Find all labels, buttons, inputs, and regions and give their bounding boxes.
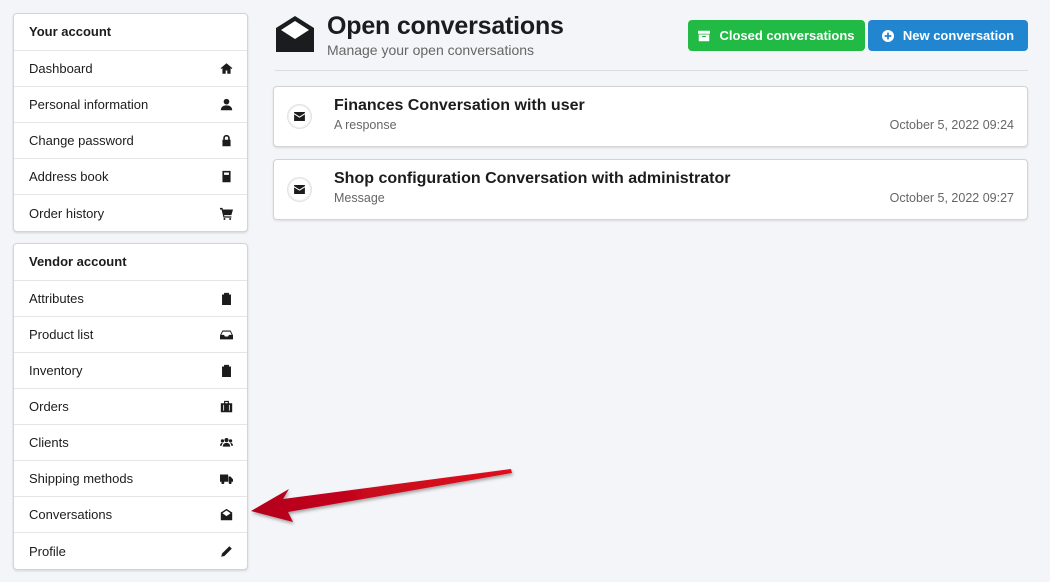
sidebar-item-label: Attributes (29, 291, 84, 306)
sidebar-item-shipping-methods[interactable]: Shipping methods (14, 461, 247, 497)
conversation-card[interactable]: Shop configuration Conversation with adm… (273, 159, 1028, 220)
truck-icon (219, 472, 233, 486)
sidebar-item-clients[interactable]: Clients (14, 425, 247, 461)
envelope-icon (287, 177, 312, 202)
vendor-account-menu: Vendor account Attributes Product list I… (13, 243, 248, 570)
users-icon (219, 436, 233, 450)
envelope-open-icon (219, 508, 233, 522)
inbox-icon (219, 328, 233, 342)
home-icon (219, 62, 233, 76)
conversation-date: October 5, 2022 09:24 (889, 118, 1014, 132)
sidebar-item-label: Clients (29, 435, 69, 450)
page-subtitle: Manage your open conversations (327, 42, 535, 58)
sidebar-item-attributes[interactable]: Attributes (14, 281, 247, 317)
envelope-open-icon (275, 14, 315, 54)
sidebar-item-label: Personal information (29, 97, 149, 112)
sidebar-item-label: Product list (29, 327, 94, 342)
sidebar-item-order-history[interactable]: Order history (14, 195, 247, 231)
conversation-date: October 5, 2022 09:27 (889, 191, 1014, 205)
sidebar-item-conversations[interactable]: Conversations (14, 497, 247, 533)
sidebar-item-personal-information[interactable]: Personal information (14, 87, 247, 123)
sidebar-item-label: Address book (29, 169, 109, 184)
your-account-header: Your account (14, 14, 247, 51)
envelope-icon (287, 104, 312, 129)
sidebar-item-orders[interactable]: Orders (14, 389, 247, 425)
clipboard-icon (219, 292, 233, 306)
new-conversation-label: New conversation (902, 28, 1015, 43)
page-title: Open conversations (327, 12, 564, 40)
pencil-icon (219, 544, 233, 558)
briefcase-icon (219, 400, 233, 414)
address-book-icon (219, 170, 233, 184)
sidebar-item-product-list[interactable]: Product list (14, 317, 247, 353)
archive-icon (698, 30, 711, 41)
sidebar-item-address-book[interactable]: Address book (14, 159, 247, 195)
sidebar-item-label: Inventory (29, 363, 83, 378)
sidebar-item-label: Dashboard (29, 61, 93, 76)
closed-conversations-button[interactable]: Closed conversations (688, 20, 865, 51)
sidebar-item-label: Profile (29, 543, 66, 559)
new-conversation-button[interactable]: New conversation (868, 20, 1028, 51)
your-account-menu: Your account Dashboard Personal informat… (13, 13, 248, 232)
closed-conversations-label: Closed conversations (719, 28, 855, 43)
conversation-title[interactable]: Finances Conversation with user (334, 97, 585, 115)
cart-icon (219, 206, 233, 220)
user-icon (219, 98, 233, 112)
conversation-snippet: A response (334, 118, 397, 132)
sidebar-item-profile[interactable]: Profile (14, 533, 247, 569)
clipboard-icon (219, 364, 233, 378)
conversation-snippet: Message (334, 191, 385, 205)
vendor-account-header: Vendor account (14, 244, 247, 281)
sidebar-item-label: Change password (29, 133, 134, 148)
sidebar-item-label: Conversations (29, 507, 113, 522)
conversation-card[interactable]: Finances Conversation with user A respon… (273, 86, 1028, 147)
sidebar-item-label: Orders (29, 399, 69, 414)
page-header: Open conversations Manage your open conv… (275, 12, 1028, 71)
lock-icon (219, 134, 233, 148)
conversation-title[interactable]: Shop configuration Conversation with adm… (334, 170, 730, 188)
sidebar-item-label: Order history (29, 205, 105, 221)
sidebar-item-label: Shipping methods (29, 471, 134, 486)
plus-circle-icon (881, 29, 894, 42)
sidebar-item-inventory[interactable]: Inventory (14, 353, 247, 389)
sidebar-item-change-password[interactable]: Change password (14, 123, 247, 159)
sidebar-item-dashboard[interactable]: Dashboard (14, 51, 247, 87)
